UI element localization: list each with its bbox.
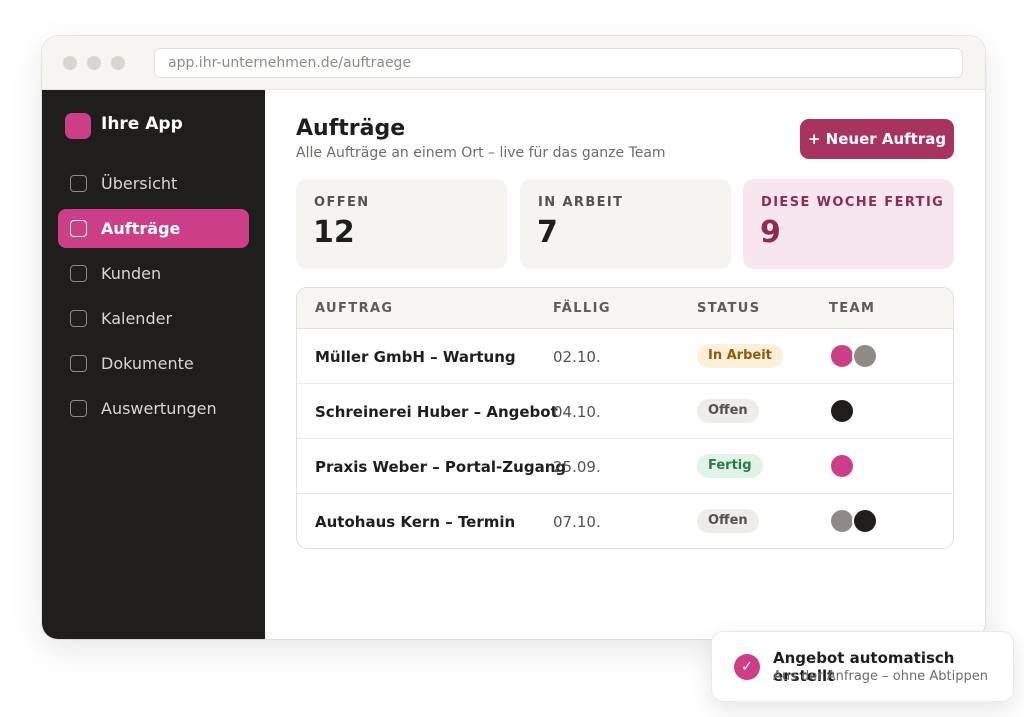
new-order-button[interactable]: + Neuer Auftrag	[800, 119, 954, 159]
app-logo	[65, 113, 91, 139]
column-header-faellig[interactable]: FÄLLIG	[553, 301, 611, 316]
stat-label: OFFEN	[314, 195, 370, 210]
page-title: Aufträge	[296, 116, 406, 141]
order-due-date: 04.10.	[553, 403, 601, 421]
status-badge: Offen	[697, 509, 759, 533]
checkbox-icon	[70, 265, 87, 282]
notification-toast[interactable]: ✓ Angebot automatisch erstellt Aus der A…	[711, 631, 1014, 702]
sidebar-item-auswertungen[interactable]: Auswertungen	[58, 389, 249, 428]
sidebar-item-kalender[interactable]: Kalender	[58, 299, 249, 338]
checkbox-icon	[70, 310, 87, 327]
orders-table: AUFTRAG FÄLLIG STATUS TEAM Müller GmbH –…	[296, 287, 954, 549]
avatar	[829, 398, 855, 424]
sidebar-item-label: Auswertungen	[101, 399, 217, 418]
checkbox-icon	[70, 400, 87, 417]
stat-card-offen: OFFEN 12	[296, 179, 507, 269]
table-row[interactable]: Müller GmbH – Wartung 02.10. In Arbeit	[297, 329, 953, 384]
stat-value: 7	[537, 215, 558, 250]
order-due-date: 25.09.	[553, 458, 601, 476]
address-bar[interactable]: app.ihr-unternehmen.de/auftraege	[154, 48, 963, 78]
status-badge: Fertig	[697, 454, 763, 478]
app-name: Ihre App	[101, 114, 183, 134]
avatar	[852, 508, 878, 534]
stat-value: 12	[313, 215, 355, 250]
status-badge: In Arbeit	[697, 344, 783, 368]
order-due-date: 07.10.	[553, 513, 601, 531]
stat-card-fertig: DIESE WOCHE FERTIG 9	[743, 179, 954, 269]
browser-window: app.ihr-unternehmen.de/auftraege Ihre Ap…	[42, 36, 985, 639]
sidebar-item-label: Kalender	[101, 309, 173, 328]
sidebar-item-uebersicht[interactable]: Übersicht	[58, 164, 249, 203]
sidebar-item-label: Kunden	[101, 264, 162, 283]
sidebar-item-kunden[interactable]: Kunden	[58, 254, 249, 293]
order-name: Müller GmbH – Wartung	[315, 348, 516, 366]
page-subtitle: Alle Aufträge an einem Ort – live für da…	[296, 145, 666, 161]
sidebar-item-label: Dokumente	[101, 354, 194, 373]
avatar	[852, 343, 878, 369]
checkbox-icon	[70, 220, 87, 237]
window-maximize-dot[interactable]	[111, 56, 125, 70]
avatar	[829, 453, 855, 479]
sidebar-item-dokumente[interactable]: Dokumente	[58, 344, 249, 383]
checkbox-icon	[70, 175, 87, 192]
main-content: Aufträge Alle Aufträge an einem Ort – li…	[265, 90, 985, 639]
stat-value: 9	[760, 215, 781, 250]
window-close-dot[interactable]	[63, 56, 77, 70]
sidebar-item-auftraege[interactable]: Aufträge	[58, 209, 249, 248]
column-header-status[interactable]: STATUS	[697, 301, 760, 316]
checkbox-icon	[70, 355, 87, 372]
column-header-team[interactable]: TEAM	[829, 301, 875, 316]
window-minimize-dot[interactable]	[87, 56, 101, 70]
table-row[interactable]: Autohaus Kern – Termin 07.10. Offen	[297, 494, 953, 548]
stat-label: IN ARBEIT	[538, 195, 624, 210]
order-due-date: 02.10.	[553, 348, 601, 366]
order-name: Schreinerei Huber – Angebot	[315, 403, 558, 421]
stat-card-in-arbeit: IN ARBEIT 7	[520, 179, 731, 269]
check-icon: ✓	[734, 654, 760, 680]
table-row[interactable]: Schreinerei Huber – Angebot 04.10. Offen	[297, 384, 953, 439]
column-header-auftrag[interactable]: AUFTRAG	[315, 301, 394, 316]
sidebar: Ihre App Übersicht Aufträge Kunden Kalen…	[42, 90, 265, 639]
sidebar-item-label: Übersicht	[101, 174, 178, 193]
order-name: Autohaus Kern – Termin	[315, 513, 516, 531]
table-header: AUFTRAG FÄLLIG STATUS TEAM	[297, 288, 953, 329]
status-badge: Offen	[697, 399, 759, 423]
toast-subtitle: Aus der Anfrage – ohne Abtippen	[773, 669, 988, 684]
order-name: Praxis Weber – Portal-Zugang	[315, 458, 567, 476]
browser-chrome: app.ihr-unternehmen.de/auftraege	[42, 36, 985, 90]
stat-label: DIESE WOCHE FERTIG	[761, 195, 945, 210]
table-row[interactable]: Praxis Weber – Portal-Zugang 25.09. Fert…	[297, 439, 953, 494]
sidebar-item-label: Aufträge	[101, 219, 181, 238]
